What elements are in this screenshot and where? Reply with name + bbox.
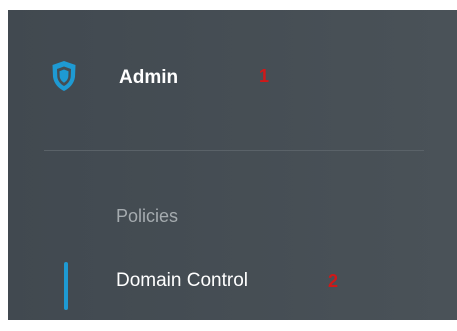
sidebar: Admin 1 Policies Domain Control 2 xyxy=(8,10,457,320)
active-indicator xyxy=(64,262,68,310)
annotation-marker-1: 1 xyxy=(259,66,270,86)
menu-item-domain-control[interactable]: Domain Control 2 xyxy=(8,262,457,310)
divider xyxy=(44,150,424,151)
annotation-marker-2: 2 xyxy=(328,271,339,291)
admin-label: Admin xyxy=(119,67,179,88)
shield-icon xyxy=(51,60,77,92)
menu-item-label: Policies xyxy=(116,206,179,226)
menu-item-policies[interactable]: Policies xyxy=(8,200,457,234)
menu-item-label: Domain Control xyxy=(116,270,248,291)
admin-header[interactable]: Admin 1 xyxy=(8,58,457,102)
